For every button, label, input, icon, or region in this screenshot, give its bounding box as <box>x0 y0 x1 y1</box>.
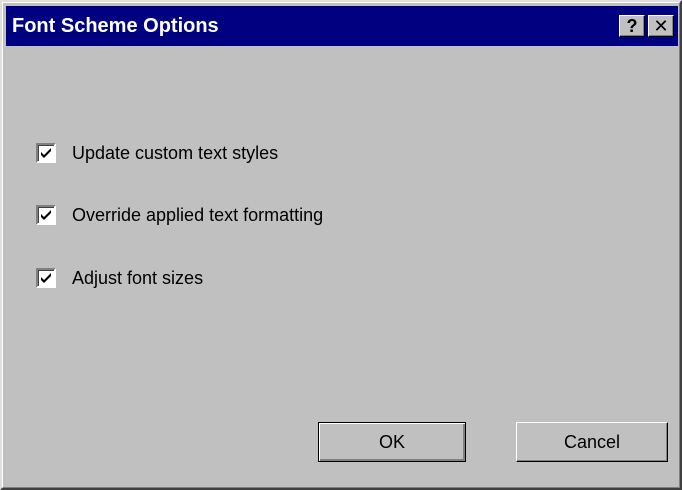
dialog-title: Font Scheme Options <box>12 15 219 37</box>
checkmark-icon <box>41 148 51 158</box>
adjust-font-sizes-label: Adjust font sizes <box>72 268 204 288</box>
override-applied-text-formatting-checkbox[interactable] <box>36 205 56 225</box>
help-button[interactable]: ? <box>619 15 645 37</box>
close-icon: ✕ <box>653 16 669 36</box>
adjust-font-sizes-checkbox[interactable] <box>36 268 56 288</box>
title-bar[interactable]: Font Scheme Options ? ✕ <box>6 6 678 46</box>
update-custom-text-styles-checkbox[interactable] <box>36 143 56 163</box>
override-applied-text-formatting-label: Override applied text formatting <box>72 205 324 225</box>
checkmark-icon <box>41 273 51 283</box>
close-button[interactable]: ✕ <box>648 15 674 37</box>
help-icon: ? <box>626 16 638 36</box>
update-custom-text-styles-label: Update custom text styles <box>72 143 279 163</box>
cancel-button[interactable]: Cancel <box>516 422 668 462</box>
ok-button[interactable]: OK <box>318 422 466 462</box>
checkmark-icon <box>41 210 51 220</box>
font-scheme-options-dialog: Font Scheme Options ? ✕ Update custom te… <box>0 0 682 490</box>
